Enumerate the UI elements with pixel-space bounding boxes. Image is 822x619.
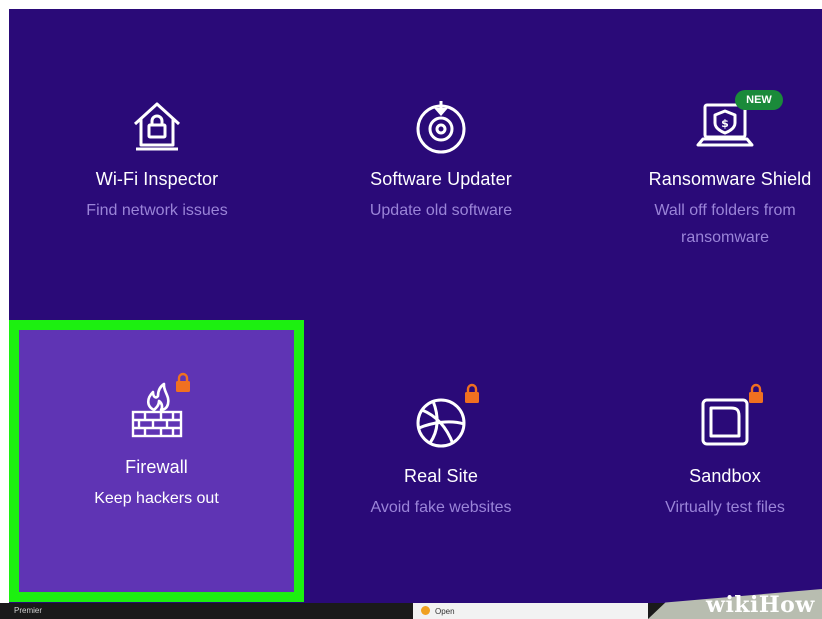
software-updater-tile[interactable]: Software Updater Update old software <box>298 9 584 309</box>
sandbox-tile[interactable]: Sandbox Virtually test files <box>582 320 822 603</box>
new-badge: NEW <box>735 90 783 110</box>
taskbar-premier-label: Premier <box>14 606 43 615</box>
open-icon <box>421 606 430 615</box>
real-site-description: Avoid fake websites <box>370 499 512 516</box>
svg-text:$: $ <box>721 117 729 130</box>
real-site-title: Real Site <box>404 466 478 486</box>
lock-icon <box>176 372 190 392</box>
ransomware-shield-description: Wall off folders from ransomware <box>654 202 796 246</box>
software-updater-title: Software Updater <box>370 169 512 189</box>
lock-icon <box>749 383 763 403</box>
sandbox-box-icon <box>701 398 749 446</box>
wifi-inspector-tile[interactable]: Wi-Fi Inspector Find network issues <box>14 9 300 309</box>
ransomware-shield-title: Ransomware Shield <box>648 169 812 189</box>
lock-icon <box>465 383 479 403</box>
house-lock-icon <box>133 102 181 151</box>
wikihow-watermark: wikiHow <box>706 592 815 618</box>
ransomware-shield-tile[interactable]: $ NEW Ransomware Shield Wall off folders… <box>582 9 822 309</box>
taskbar-open-label: Open <box>435 607 455 616</box>
software-updater-description: Update old software <box>369 202 513 219</box>
firewall-description: Keep hackers out <box>94 490 219 507</box>
firewall-tile[interactable]: Firewall Keep hackers out <box>9 320 304 602</box>
wifi-inspector-title: Wi-Fi Inspector <box>95 169 219 189</box>
disc-download-icon <box>416 101 466 154</box>
real-site-tile[interactable]: Real Site Avoid fake websites <box>298 320 584 603</box>
wifi-inspector-description: Find network issues <box>86 202 228 219</box>
firewall-title: Firewall <box>125 457 188 477</box>
taskbar-open-item[interactable]: Open <box>413 603 648 619</box>
sandbox-title: Sandbox <box>689 466 761 486</box>
globe-icon <box>416 398 466 448</box>
sandbox-description: Virtually test files <box>665 499 785 516</box>
